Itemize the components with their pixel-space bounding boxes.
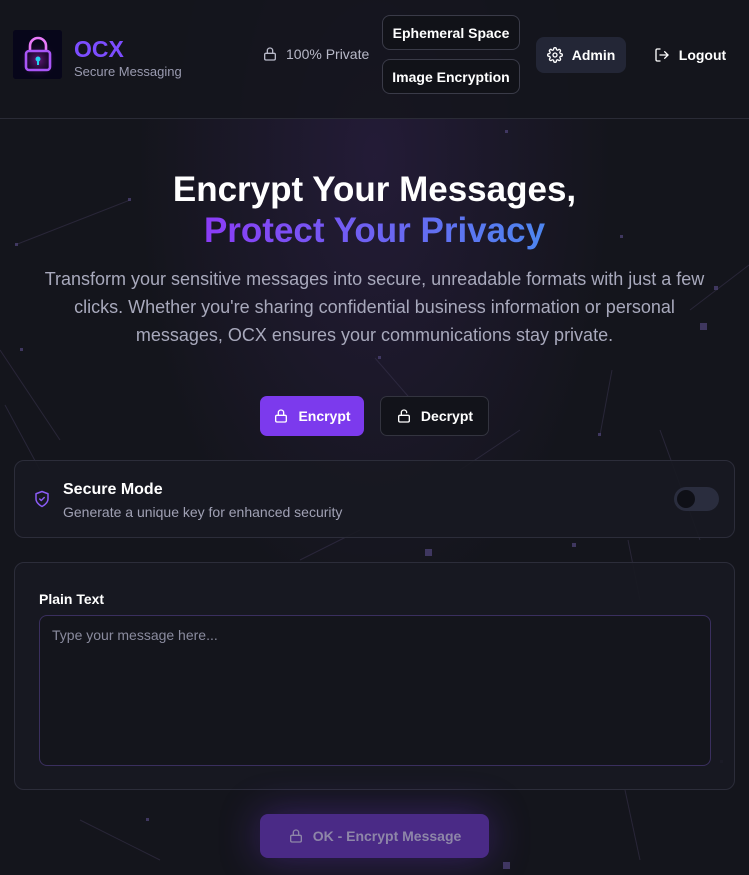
gear-icon: [546, 47, 563, 63]
logout-button[interactable]: Logout: [650, 37, 730, 73]
lock-icon: [289, 829, 302, 843]
lock-icon: [275, 409, 288, 423]
admin-button[interactable]: Admin: [536, 37, 626, 73]
plain-text-card: Plain Text: [14, 562, 735, 790]
encrypt-message-button[interactable]: OK - Encrypt Message: [260, 814, 489, 858]
logout-button-label: Logout: [678, 47, 727, 63]
encrypt-mode-button[interactable]: Encrypt: [260, 396, 364, 436]
message-input[interactable]: [39, 615, 711, 766]
toggle-knob: [677, 490, 695, 508]
logout-icon: [655, 48, 669, 62]
hero-accent-text: Protect Your Privacy: [203, 211, 546, 250]
privacy-badge: 100% Private: [262, 46, 369, 62]
admin-button-label: Admin: [571, 47, 616, 63]
neon-padlock-icon: [13, 30, 62, 79]
secure-mode-toggle[interactable]: [674, 487, 719, 511]
brand-name[interactable]: OCX: [74, 36, 124, 63]
brand-tagline: Secure Messaging: [74, 64, 182, 79]
plain-text-label: Plain Text: [39, 591, 105, 607]
decrypt-mode-button[interactable]: Decrypt: [380, 396, 489, 436]
privacy-badge-label: 100% Private: [286, 46, 370, 62]
secure-mode-card: Secure Mode Generate a unique key for en…: [14, 460, 735, 538]
image-encryption-button[interactable]: Image Encryption: [382, 59, 520, 94]
decrypt-mode-label: Decrypt: [420, 408, 474, 424]
encrypt-mode-label: Encrypt: [298, 408, 351, 424]
encrypt-message-label: OK - Encrypt Message: [312, 828, 462, 844]
hero-title: Encrypt Your Messages,: [172, 170, 577, 209]
secure-mode-title: Secure Mode: [63, 481, 163, 498]
unlock-icon: [397, 409, 410, 423]
lock-icon: [264, 47, 276, 61]
page: OCX Secure Messaging 100% Private Epheme…: [0, 0, 749, 875]
top-navigation-bar: OCX Secure Messaging 100% Private Epheme…: [0, 0, 749, 119]
ephemeral-space-button[interactable]: Ephemeral Space: [382, 15, 520, 50]
shield-check-icon: [35, 490, 49, 508]
ocx-logo[interactable]: [13, 30, 62, 79]
hero-accent-title: Protect Your Privacy: [0, 210, 749, 252]
hero-description: Transform your sensitive messages into s…: [44, 269, 705, 345]
secure-mode-subtitle: Generate a unique key for enhanced secur…: [63, 504, 343, 520]
